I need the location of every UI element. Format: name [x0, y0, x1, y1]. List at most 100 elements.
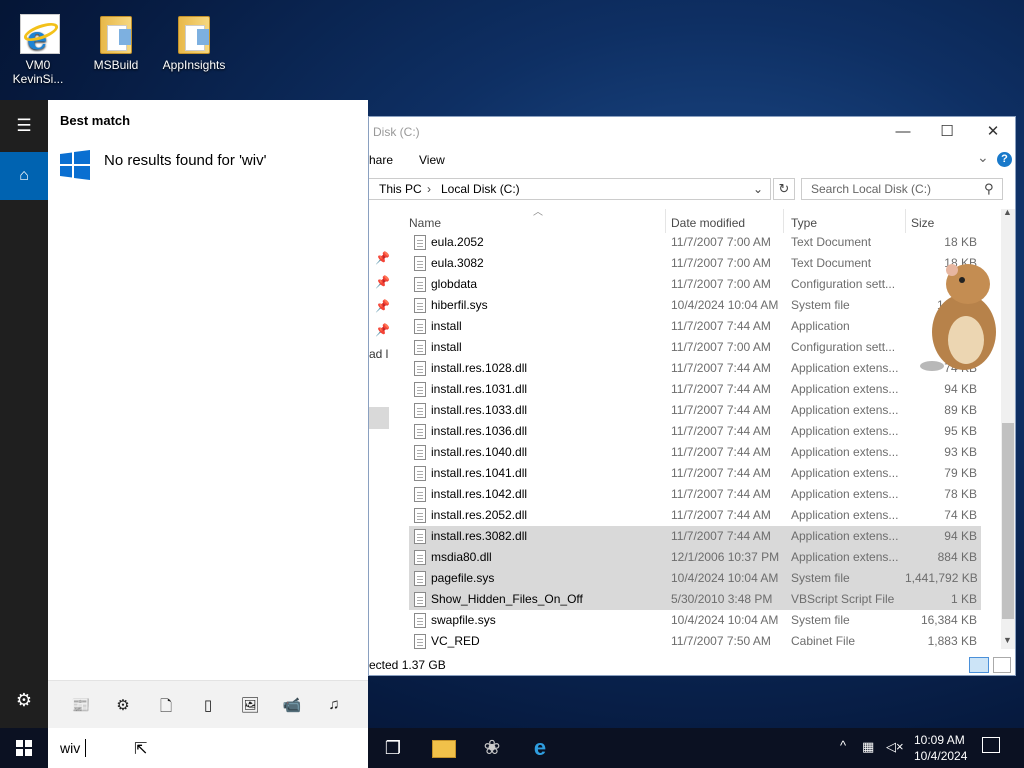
nav-item-partial[interactable]: ad l: [369, 347, 388, 361]
file-row[interactable]: install.res.1028.dll 11/7/2007 7:44 AM App…: [409, 358, 981, 379]
desktop-icon-label: MSBuild: [93, 58, 139, 72]
explorer-titlebar[interactable]: Disk (C:) — ☐ ✕: [369, 117, 1015, 147]
file-row[interactable]: install 11/7/2007 7:44 AM Application: [409, 316, 981, 337]
breadcrumb-local-disk[interactable]: Local Disk (C:): [441, 182, 520, 196]
music-icon[interactable]: ♫: [324, 696, 344, 714]
file-name: install.res.2052.dll: [431, 508, 528, 522]
file-row[interactable]: install.res.2052.dll 11/7/2007 7:44 AM App…: [409, 505, 981, 526]
file-row[interactable]: hiberfil.sys 10/4/2024 10:04 AM System fil…: [409, 295, 981, 316]
file-date: 10/4/2024 10:04 AM: [671, 298, 779, 312]
document-icon[interactable]: 🗋: [156, 696, 176, 715]
tray-chevron-icon[interactable]: ^: [840, 738, 846, 753]
search-input[interactable]: Search Local Disk (C:) ⚲: [801, 178, 1003, 200]
large-icons-view-icon[interactable]: [993, 657, 1011, 673]
desktop-icon-msbuild[interactable]: MSBuild: [78, 8, 154, 72]
mouse-cursor-icon: ⇱: [134, 741, 148, 758]
volume-muted-icon[interactable]: ◁×: [886, 739, 904, 755]
clock-time[interactable]: 10:09 AM: [914, 733, 965, 747]
file-row[interactable]: install.res.1033.dll 11/7/2007 7:44 AM App…: [409, 400, 981, 421]
hamburger-menu-icon[interactable]: ☰: [0, 116, 48, 138]
file-date: 11/7/2007 7:44 AM: [671, 445, 771, 459]
file-row[interactable]: install.res.1041.dll 11/7/2007 7:44 AM App…: [409, 463, 981, 484]
tab-view[interactable]: View: [419, 153, 445, 167]
clock-date[interactable]: 10/4/2024: [914, 749, 967, 763]
ribbon-expand-icon[interactable]: ⌄: [977, 149, 989, 166]
news-icon[interactable]: 📰: [71, 696, 91, 714]
start-button[interactable]: [16, 740, 32, 756]
address-bar[interactable]: This PC › Local Disk (C:) ⌄: [369, 178, 771, 200]
details-view-icon[interactable]: [969, 657, 989, 673]
scroll-down-icon[interactable]: ▼: [1003, 635, 1012, 645]
tab-share[interactable]: hare: [369, 153, 393, 167]
best-match-heading: Best match: [60, 113, 131, 128]
file-date: 11/7/2007 7:44 AM: [671, 487, 771, 501]
help-icon[interactable]: ?: [997, 152, 1012, 167]
file-size: 1,883 KB: [927, 634, 977, 648]
address-dropdown-icon[interactable]: ⌄: [753, 182, 763, 196]
file-row[interactable]: install.res.1036.dll 11/7/2007 7:44 AM App…: [409, 421, 981, 442]
folder-icon: [172, 10, 216, 54]
file-icon: [414, 361, 426, 376]
nav-item-selected[interactable]: [369, 407, 389, 429]
video-icon[interactable]: 📹: [282, 696, 302, 714]
file-row[interactable]: install.res.1042.dll 11/7/2007 7:44 AM App…: [409, 484, 981, 505]
photo-icon[interactable]: 🖼: [240, 696, 260, 714]
start-rail: ☰ ⌂ ⚙: [0, 100, 48, 728]
internet-explorer-taskbar-icon[interactable]: e: [526, 734, 554, 762]
tablet-icon[interactable]: ▯: [198, 696, 218, 714]
file-date: 10/4/2024 10:04 AM: [671, 571, 779, 585]
settings-icon[interactable]: ⚙: [113, 696, 133, 714]
app-taskbar-icon[interactable]: ❀: [478, 734, 506, 762]
desktop-icon-appinsights[interactable]: AppInsights: [156, 8, 232, 72]
column-divider[interactable]: [783, 209, 784, 233]
maximize-button[interactable]: ☐: [937, 123, 957, 141]
refresh-icon[interactable]: ↻: [773, 178, 795, 200]
scrollbar-thumb[interactable]: [1002, 423, 1014, 619]
file-row[interactable]: install.res.1031.dll 11/7/2007 7:44 AM App…: [409, 379, 981, 400]
file-row[interactable]: install.res.3082.dll 11/7/2007 7:44 AM App…: [409, 526, 981, 547]
search-placeholder: Search Local Disk (C:): [811, 182, 932, 196]
file-icon: [414, 508, 426, 523]
file-row[interactable]: msdia80.dll 12/1/2006 10:37 PM Application…: [409, 547, 981, 568]
file-type: Application extens...: [791, 550, 899, 564]
file-row[interactable]: globdata 11/7/2007 7:00 AM Configuration s…: [409, 274, 981, 295]
close-button[interactable]: ✕: [983, 123, 1003, 141]
internet-explorer-icon: e: [16, 10, 61, 57]
file-type: VBScript Script File: [791, 592, 895, 606]
search-query[interactable]: wiv: [60, 740, 80, 756]
file-type: Application extens...: [791, 466, 899, 480]
file-name: eula.3082: [431, 256, 484, 270]
sort-ascending-icon: ︿: [533, 207, 543, 218]
task-view-icon[interactable]: ❐: [379, 734, 407, 762]
file-row[interactable]: install.res.1040.dll 11/7/2007 7:44 AM App…: [409, 442, 981, 463]
file-row[interactable]: eula.2052 11/7/2007 7:00 AM Text Document 1…: [409, 232, 981, 253]
pin-icon: 📌: [375, 275, 390, 289]
file-icon: [414, 319, 426, 334]
file-icon: [414, 487, 426, 502]
pin-icon: 📌: [375, 299, 390, 313]
file-explorer-taskbar-icon[interactable]: [430, 734, 458, 762]
file-row[interactable]: swapfile.sys 10/4/2024 10:04 AM System fil…: [409, 610, 981, 631]
scroll-up-icon[interactable]: ▲: [1003, 207, 1012, 217]
file-row[interactable]: VC_RED 11/7/2007 7:50 AM Cabinet File 1,883…: [409, 631, 981, 652]
desktop-icon-vm0[interactable]: e VM0 KevinSi...: [0, 8, 76, 86]
home-icon[interactable]: ⌂: [0, 152, 48, 200]
settings-icon[interactable]: ⚙: [0, 690, 48, 718]
column-divider[interactable]: [665, 209, 666, 233]
network-icon[interactable]: ▦: [862, 739, 874, 755]
file-row[interactable]: pagefile.sys 10/4/2024 10:04 AM System fil…: [409, 568, 981, 589]
column-divider[interactable]: [905, 209, 906, 233]
file-size: 16,384 KB: [920, 613, 977, 627]
text-cursor: [85, 739, 86, 757]
breadcrumb-this-pc[interactable]: This PC: [379, 182, 422, 196]
no-results-message[interactable]: No results found for 'wiv': [104, 152, 266, 169]
file-name: hiberfil.sys: [431, 298, 488, 312]
minimize-button[interactable]: —: [893, 123, 913, 141]
ribbon-tabs: hare View ⌄ ?: [369, 147, 1015, 173]
file-row[interactable]: Show_Hidden_Files_On_Off 5/30/2010 3:48 P…: [409, 589, 981, 610]
start-search-box[interactable]: wiv ⇱: [48, 728, 368, 768]
file-row[interactable]: install 11/7/2007 7:00 AM Configuration se…: [409, 337, 981, 358]
file-icon: [414, 592, 426, 607]
notifications-icon[interactable]: [982, 737, 1000, 753]
file-row[interactable]: eula.3082 11/7/2007 7:00 AM Text Document 1…: [409, 253, 981, 274]
